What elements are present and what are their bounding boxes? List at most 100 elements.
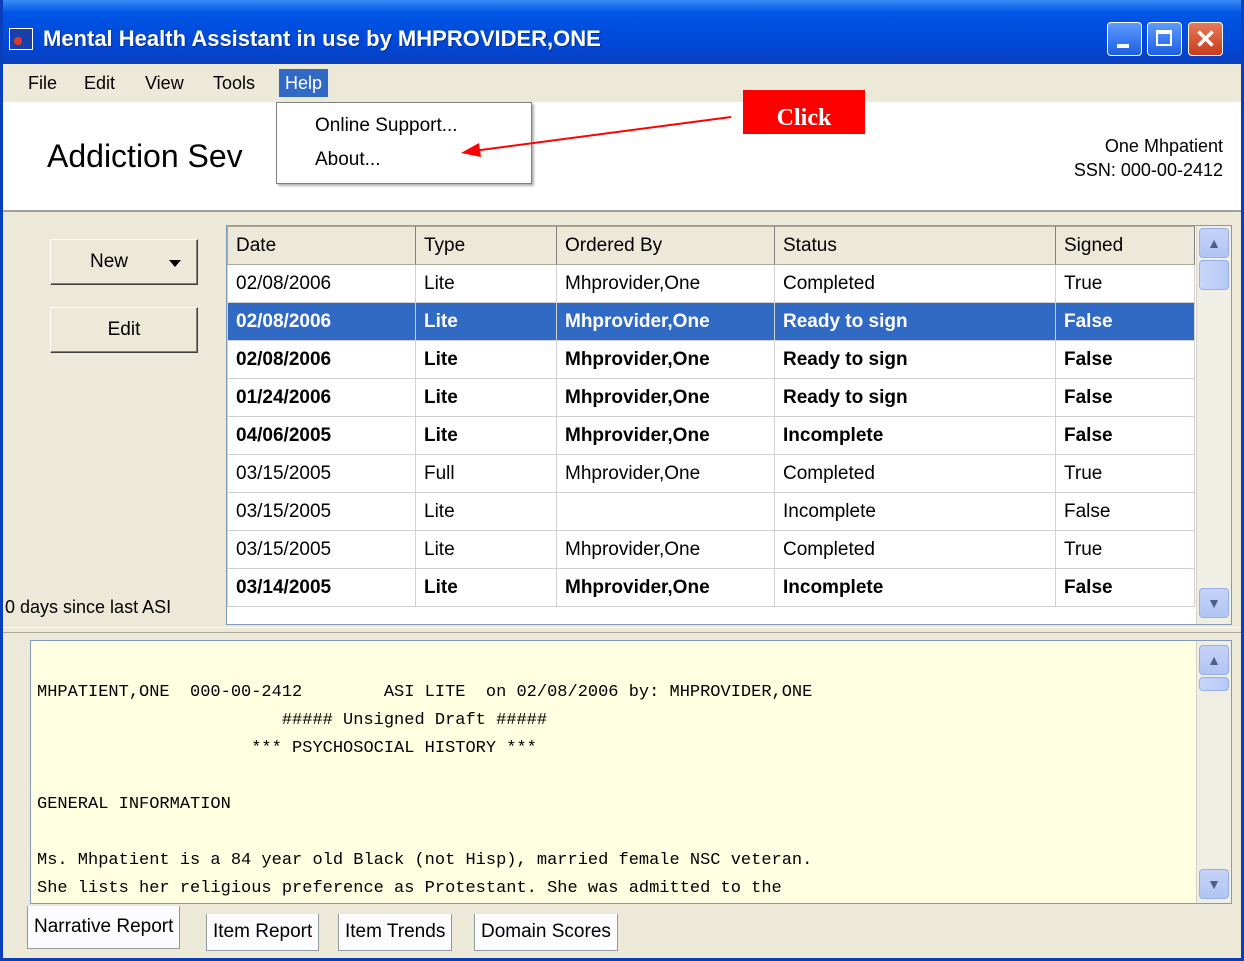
table-row[interactable]: 01/24/2006 Lite Mhprovider,One Ready to … — [227, 378, 1195, 417]
cell-ordered-by: Mhprovider,One — [556, 454, 775, 493]
splitter[interactable] — [3, 627, 1241, 633]
report-line: ##### Unsigned Draft ##### — [37, 711, 548, 730]
column-header-status[interactable]: Status — [774, 226, 1056, 265]
cell-type: Full — [415, 454, 557, 493]
patient-ssn: SSN: 000-00-2412 — [1073, 160, 1223, 180]
cell-signed: True — [1055, 264, 1195, 303]
table-row[interactable]: 03/15/2005 Full Mhprovider,One Completed… — [227, 454, 1195, 493]
cell-date: 03/15/2005 — [227, 530, 416, 569]
menu-item-about[interactable]: About... — [315, 149, 381, 171]
scroll-down-button[interactable]: ▼ — [1199, 588, 1229, 618]
cell-status: Incomplete — [774, 492, 1056, 531]
menu-file[interactable]: File — [22, 69, 63, 97]
menu-edit[interactable]: Edit — [78, 69, 121, 97]
cell-status: Completed — [774, 264, 1056, 303]
close-button[interactable]: ✕ — [1188, 22, 1223, 56]
minimize-button[interactable] — [1107, 22, 1142, 56]
cell-type: Lite — [415, 416, 557, 455]
table-row[interactable]: 02/08/2006 Lite Mhprovider,One Completed… — [227, 264, 1195, 303]
report-text: MHPATIENT,ONE 000-00-2412 ASI LITE on 02… — [37, 679, 812, 903]
report-scrollbar[interactable]: ▲ ▼ — [1196, 641, 1231, 903]
cell-status: Ready to sign — [774, 378, 1056, 417]
grid-scrollbar[interactable]: ▲ ▼ — [1196, 226, 1231, 624]
scroll-up-button[interactable]: ▲ — [1199, 228, 1229, 258]
cell-ordered-by: Mhprovider,One — [556, 568, 775, 607]
cell-date: 02/08/2006 — [227, 264, 416, 303]
cell-signed: True — [1055, 454, 1195, 493]
report-line: MHPATIENT,ONE 000-00-2412 ASI LITE on 02… — [37, 683, 813, 702]
cell-ordered-by: Mhprovider,One — [556, 530, 775, 569]
scroll-down-button[interactable]: ▼ — [1199, 869, 1229, 899]
narrative-report[interactable]: MHPATIENT,ONE 000-00-2412 ASI LITE on 02… — [30, 640, 1232, 904]
table-row[interactable]: 03/15/2005 Lite Incomplete False — [227, 492, 1195, 531]
menu-item-online-support[interactable]: Online Support... — [315, 115, 458, 137]
cell-ordered-by: Mhprovider,One — [556, 416, 775, 455]
column-header-type[interactable]: Type — [415, 226, 557, 265]
close-icon: ✕ — [1194, 24, 1217, 54]
cell-signed: True — [1055, 530, 1195, 569]
table-row[interactable]: 03/14/2005 Lite Mhprovider,One Incomplet… — [227, 568, 1195, 607]
report-line: *** PSYCHOSOCIAL HISTORY *** — [37, 739, 537, 758]
cell-ordered-by: Mhprovider,One — [556, 378, 775, 417]
cell-date: 03/15/2005 — [227, 454, 416, 493]
column-header-ordered-by[interactable]: Ordered By — [556, 226, 775, 265]
cell-type: Lite — [415, 302, 557, 341]
scroll-up-button[interactable]: ▲ — [1199, 645, 1229, 675]
maximize-icon — [1156, 30, 1172, 46]
patient-info: One Mhpatient SSN: 000-00-2412 — [1074, 134, 1223, 182]
cell-date: 04/06/2005 — [227, 416, 416, 455]
maximize-button[interactable] — [1147, 22, 1182, 56]
cell-status: Incomplete — [774, 416, 1056, 455]
cell-type: Lite — [415, 530, 557, 569]
page-header: Addiction Sevager One Mhpatient SSN: 000… — [3, 102, 1241, 212]
chevron-down-icon — [169, 260, 181, 267]
help-menu-dropdown: Online Support... About... — [276, 102, 532, 184]
cell-status: Incomplete — [774, 568, 1056, 607]
column-header-signed[interactable]: Signed — [1055, 226, 1195, 265]
cell-signed: False — [1055, 568, 1195, 607]
cell-status: Ready to sign — [774, 302, 1056, 341]
menu-tools[interactable]: Tools — [207, 69, 261, 97]
tab-item-report[interactable]: Item Report — [206, 914, 320, 951]
cell-signed: False — [1055, 302, 1195, 341]
report-line: GENERAL INFORMATION — [37, 795, 231, 814]
cell-type: Lite — [415, 378, 557, 417]
cell-date: 03/15/2005 — [227, 492, 416, 531]
cell-ordered-by: Mhprovider,One — [556, 302, 775, 341]
table-row[interactable]: 04/06/2005 Lite Mhprovider,One Incomplet… — [227, 416, 1195, 455]
cell-date: 02/08/2006 — [227, 302, 416, 341]
cell-signed: False — [1055, 340, 1195, 379]
cell-type: Lite — [415, 264, 557, 303]
scroll-thumb[interactable] — [1199, 260, 1229, 290]
new-button[interactable]: New — [50, 239, 198, 285]
patient-name: One Mhpatient — [1104, 136, 1223, 156]
edit-button[interactable]: Edit — [50, 307, 198, 353]
cell-ordered-by — [556, 492, 775, 531]
menu-help[interactable]: Help — [279, 69, 329, 97]
title-bar[interactable]: Mental Health Assistant in use by MHPROV… — [3, 0, 1241, 64]
report-line: She lists her religious preference as Pr… — [37, 879, 782, 898]
table-row[interactable]: 03/15/2005 Lite Mhprovider,One Completed… — [227, 530, 1195, 569]
tab-domain-scores[interactable]: Domain Scores — [474, 914, 618, 951]
cell-date: 01/24/2006 — [227, 378, 416, 417]
cell-date: 03/14/2005 — [227, 568, 416, 607]
menu-view[interactable]: View — [139, 69, 190, 97]
cell-date: 02/08/2006 — [227, 340, 416, 379]
click-annotation: Click — [743, 90, 865, 134]
app-icon[interactable] — [9, 28, 33, 50]
main-window: Mental Health Assistant in use by MHPROV… — [0, 0, 1244, 961]
tab-narrative-report[interactable]: Narrative Report — [27, 906, 181, 949]
table-row-selected[interactable]: 02/08/2006 Lite Mhprovider,One Ready to … — [227, 302, 1195, 341]
column-header-date[interactable]: Date — [227, 226, 416, 265]
edit-button-label: Edit — [107, 319, 141, 340]
scroll-thumb[interactable] — [1199, 677, 1229, 691]
table-row[interactable]: 02/08/2006 Lite Mhprovider,One Ready to … — [227, 340, 1195, 379]
asi-table: Date Type Ordered By Status Signed 02/08… — [227, 226, 1195, 607]
cell-ordered-by: Mhprovider,One — [556, 340, 775, 379]
cell-signed: False — [1055, 492, 1195, 531]
asi-grid[interactable]: Date Type Ordered By Status Signed 02/08… — [226, 225, 1232, 625]
cell-signed: False — [1055, 416, 1195, 455]
cell-status: Ready to sign — [774, 340, 1056, 379]
tab-item-trends[interactable]: Item Trends — [338, 914, 453, 951]
window-title: Mental Health Assistant in use by MHPROV… — [43, 26, 601, 51]
